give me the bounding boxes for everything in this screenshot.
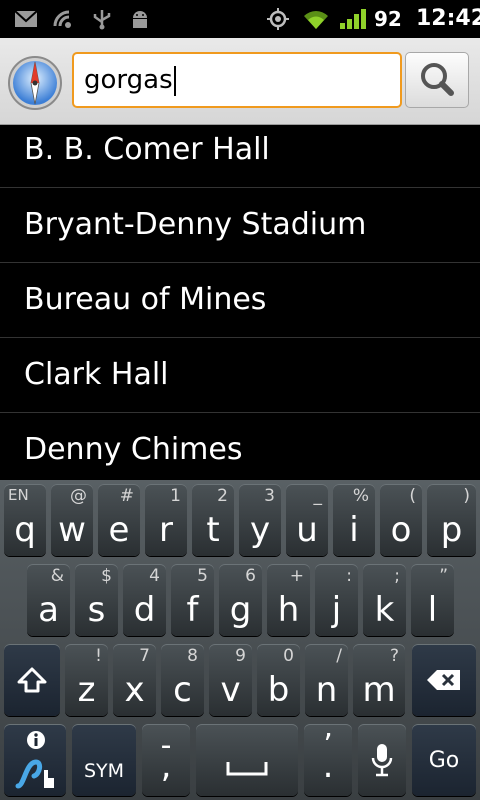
- key-y[interactable]: 3 y: [239, 484, 281, 556]
- wireless-icon: [53, 10, 71, 28]
- clock: 12:42: [416, 6, 480, 31]
- status-bar: 92 12:42: [0, 0, 480, 38]
- search-query: gorgas: [84, 65, 173, 95]
- key-z[interactable]: ! z: [65, 644, 108, 716]
- key-o[interactable]: ( o: [380, 484, 422, 556]
- key-u[interactable]: _ u: [286, 484, 328, 556]
- key-x[interactable]: 7 x: [113, 644, 156, 716]
- go-key[interactable]: Go: [412, 724, 476, 796]
- key-c[interactable]: 8 c: [161, 644, 204, 716]
- search-button[interactable]: [405, 52, 469, 108]
- signal-icon: [340, 9, 366, 29]
- info-icon: [27, 731, 45, 749]
- microphone-icon: [371, 744, 393, 777]
- suggestion-item[interactable]: Denny Chimes: [0, 413, 480, 480]
- sym-key[interactable]: SYM: [72, 724, 136, 796]
- key-l[interactable]: ” l: [411, 564, 454, 636]
- key-k[interactable]: ; k: [363, 564, 406, 636]
- key-p[interactable]: ) p: [427, 484, 476, 556]
- backspace-key[interactable]: [412, 644, 476, 716]
- suggestion-item[interactable]: Bureau of Mines: [0, 263, 480, 338]
- space-bar-icon: [226, 762, 268, 776]
- shift-key[interactable]: [4, 644, 60, 716]
- search-input[interactable]: gorgas: [72, 52, 402, 108]
- space-key[interactable]: [196, 724, 298, 796]
- magnifier-icon: [421, 63, 454, 96]
- suggestion-item[interactable]: B. B. Comer Hall: [0, 125, 480, 188]
- search-bar: gorgas: [0, 38, 480, 125]
- key-m[interactable]: ? m: [353, 644, 405, 716]
- battery-level: 92: [374, 7, 402, 31]
- key-n[interactable]: / n: [305, 644, 348, 716]
- period-key[interactable]: ’ .: [304, 724, 352, 796]
- key-d[interactable]: 4 d: [123, 564, 166, 636]
- voice-input-key[interactable]: [358, 724, 406, 796]
- suggestion-item[interactable]: Bryant-Denny Stadium: [0, 188, 480, 263]
- language-indicator: EN: [8, 486, 29, 504]
- key-f[interactable]: 5 f: [171, 564, 214, 636]
- soft-keyboard: EN q @ w # e 1 r 2 t 3 y _ u % i ( o ) p…: [0, 480, 480, 800]
- key-g[interactable]: 6 g: [219, 564, 262, 636]
- key-h[interactable]: + h: [267, 564, 310, 636]
- key-v[interactable]: 9 v: [209, 644, 252, 716]
- key-s[interactable]: $ s: [75, 564, 118, 636]
- key-i[interactable]: % i: [333, 484, 375, 556]
- key-t[interactable]: 2 t: [192, 484, 234, 556]
- usb-icon: [93, 10, 111, 30]
- settings-key[interactable]: [4, 724, 66, 796]
- compass-icon[interactable]: [6, 54, 64, 112]
- key-q[interactable]: EN q: [4, 484, 46, 556]
- gmail-icon: [14, 10, 38, 27]
- key-j[interactable]: : j: [315, 564, 358, 636]
- swype-icon: [15, 759, 54, 789]
- key-w[interactable]: @ w: [51, 484, 93, 556]
- android-debug-icon: [133, 11, 147, 28]
- gps-icon: [267, 8, 289, 30]
- key-b[interactable]: 0 b: [257, 644, 300, 716]
- suggestion-list: B. B. Comer Hall Bryant-Denny Stadium Bu…: [0, 125, 480, 480]
- key-e[interactable]: # e: [98, 484, 140, 556]
- backspace-icon: [427, 670, 460, 690]
- wifi-icon: [304, 11, 328, 29]
- key-a[interactable]: & a: [27, 564, 70, 636]
- key-r[interactable]: 1 r: [145, 484, 187, 556]
- suggestion-item[interactable]: Clark Hall: [0, 338, 480, 413]
- text-caret: [173, 65, 176, 96]
- shift-icon: [17, 667, 47, 693]
- comma-key[interactable]: - ,: [142, 724, 190, 796]
